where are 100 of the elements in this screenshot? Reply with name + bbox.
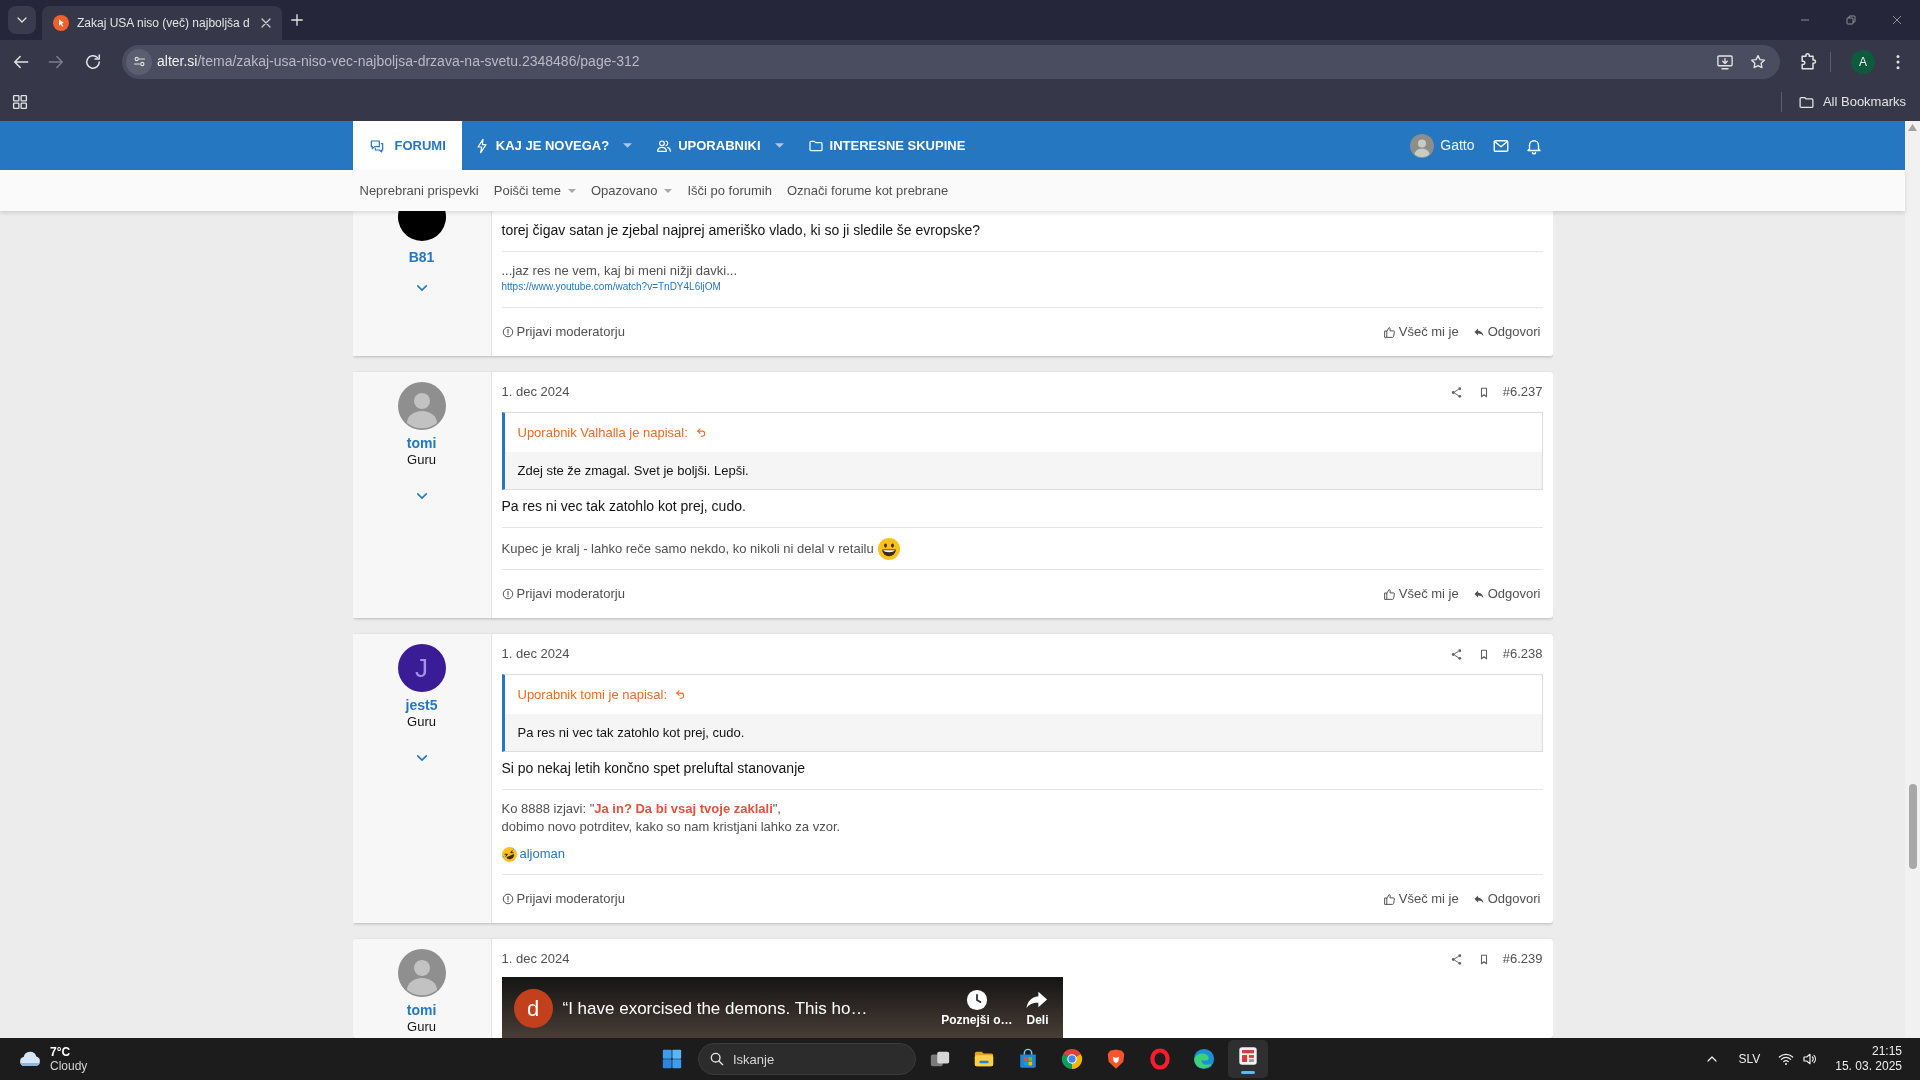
wave-circle-icon (1193, 1048, 1215, 1070)
report-link[interactable]: Prijavi moderatorju (501, 584, 625, 604)
username-link[interactable]: tomi (406, 434, 437, 452)
favicon-icon (53, 15, 69, 31)
reaction-user-link[interactable]: aljoman (519, 844, 566, 864)
clock-icon (965, 989, 988, 1011)
search-icon (709, 1051, 725, 1067)
video-title-link[interactable]: “I have exorcised the demons. This ho… (562, 998, 868, 1020)
subnav-link[interactable]: Označi forume kot prebrane (787, 180, 949, 201)
user-menu-link[interactable]: Gatto (1410, 133, 1475, 158)
username-link[interactable]: jest5 (405, 696, 438, 714)
thumbs-up-icon (1382, 587, 1396, 601)
reply-arrow-icon (1472, 588, 1485, 600)
nav-tab[interactable]: KAJ JE NOVEGA? (461, 121, 645, 170)
grid-window-icon (1237, 1044, 1259, 1067)
like-link[interactable]: Všeč mi je (1382, 889, 1459, 909)
return-arrow-icon[interactable] (695, 427, 707, 438)
subnav-link[interactable]: Poišči teme (493, 180, 576, 201)
post-date-link[interactable]: 1. dec 2024 (501, 949, 570, 969)
reply-link[interactable]: Odgovori (1472, 889, 1541, 909)
chat-bubbles-icon (368, 137, 385, 154)
subnav-link[interactable]: Neprebrani prispevki (359, 180, 479, 201)
like-link[interactable]: Všeč mi je (1382, 322, 1459, 342)
browser-tab[interactable]: Zakaj USA niso (več) najboljša d (42, 6, 282, 40)
signature-link[interactable]: https://www.youtube.com/watch?v=TnDY4L6ljOM (501, 280, 721, 294)
user-title: Guru (407, 452, 436, 468)
avatar-image[interactable] (397, 211, 446, 241)
all-bookmarks-button[interactable]: All Bookmarks (1789, 88, 1914, 116)
restore-icon[interactable] (1845, 14, 1857, 26)
reload-icon[interactable] (83, 51, 103, 72)
username-link[interactable]: B81 (408, 248, 435, 266)
avatar-placeholder[interactable] (1410, 133, 1435, 158)
address-bar[interactable]: alter.si/tema/zakaj-usa-niso-vec-najboljsa-drzava-na-svetu.2348486/page-312 (122, 44, 1780, 79)
avatar-placeholder[interactable] (397, 949, 446, 997)
post-date-link[interactable]: 1. dec 2024 (501, 644, 570, 664)
share-icon[interactable] (1449, 647, 1463, 661)
clock-date[interactable]: 15. 03. 2025 (1835, 1059, 1902, 1074)
video-action-button[interactable]: Poznejši o… (941, 989, 1013, 1028)
monitor-download-icon[interactable] (1716, 52, 1734, 71)
user-title: Guru (407, 714, 436, 730)
like-link[interactable]: Všeč mi je (1382, 584, 1459, 604)
video-action-button[interactable]: Deli (1026, 989, 1049, 1028)
close-icon[interactable] (1891, 14, 1903, 26)
scrollbar-thumb[interactable] (1908, 784, 1917, 869)
avatar-placeholder[interactable] (397, 382, 446, 430)
plus-icon[interactable] (288, 11, 306, 29)
quote-text: Zdej ste že zmagal. Svet je boljši. Lepši. (504, 452, 1542, 489)
username-link[interactable]: tomi (406, 1001, 437, 1019)
puzzle-piece-icon[interactable] (1798, 51, 1818, 72)
url-text[interactable]: alter.si/tema/zakaj-usa-niso-vec-najboljsa-drzava-na-svetu.2348486/page-312 (157, 51, 640, 72)
reply-link[interactable]: Odgovori (1472, 322, 1541, 342)
sliders-icon (131, 54, 147, 69)
post-number-link[interactable]: #6.237 (1502, 382, 1543, 402)
signature-text: ...jaz res ne vem, kaj bi meni nižji davki... (501, 262, 738, 280)
chevron-down-icon[interactable] (415, 492, 428, 500)
subnav-link[interactable]: Opazovano (590, 180, 673, 201)
weather-condition[interactable]: Cloudy (50, 1059, 88, 1073)
users-icon (656, 137, 673, 154)
signature-text: dobimo novo potrditev, kako so nam kristjani lahko za vzor. (501, 818, 841, 836)
tab-search-button[interactable] (8, 6, 36, 34)
clock-time[interactable]: 21:15 (1871, 1044, 1902, 1059)
alert-circle-icon (501, 588, 514, 600)
nav-tab[interactable]: INTERESNE SKUPINE (795, 121, 978, 170)
return-arrow-icon[interactable] (675, 689, 687, 700)
post-number-link[interactable]: #6.238 (1502, 644, 1543, 664)
alert-circle-icon (501, 893, 514, 905)
alert-circle-icon (501, 326, 514, 338)
post-number-link[interactable]: #6.239 (1502, 949, 1543, 969)
user-title: Guru (407, 1019, 436, 1035)
star-icon[interactable] (1749, 52, 1767, 71)
language-indicator[interactable]: SLV (1738, 1050, 1761, 1068)
report-link[interactable]: Prijavi moderatorju (501, 322, 625, 342)
wifi-icon[interactable] (1778, 1051, 1795, 1067)
report-link[interactable]: Prijavi moderatorju (501, 889, 625, 909)
chevron-down-icon[interactable] (415, 754, 428, 762)
reply-link[interactable]: Odgovori (1472, 584, 1541, 604)
reply-arrow-icon (1472, 893, 1485, 905)
nav-tab[interactable]: UPORABNIKI (644, 121, 796, 170)
apps-grid-icon[interactable] (11, 93, 29, 111)
chevron-down-icon[interactable] (415, 284, 428, 292)
video-embed[interactable]: d “I have exorcised the demons. This ho… Poznejši o… Deli (501, 977, 1063, 1038)
speaker-icon[interactable] (1802, 1051, 1819, 1067)
taskbar-app-button[interactable] (1228, 1040, 1268, 1078)
thumbs-up-icon (1382, 892, 1396, 906)
post-text: Pa res ni vec tak zatohlo kot prej, cudo. (501, 497, 747, 516)
share-icon[interactable] (1449, 385, 1463, 399)
post-date-link[interactable]: 1. dec 2024 (501, 382, 570, 402)
share-icon[interactable] (1449, 952, 1463, 966)
taskbar-search-field[interactable]: Iskanje (698, 1043, 916, 1075)
profile-button[interactable]: A (1851, 49, 1875, 74)
weather-temperature[interactable]: 7°C (50, 1045, 88, 1059)
letter-avatar[interactable]: J (397, 644, 446, 692)
grinning-emoji-icon (877, 538, 900, 560)
subnav-link[interactable]: Išči po forumih (687, 180, 772, 201)
start-menu-icon[interactable] (661, 1048, 683, 1070)
nav-tab[interactable]: FORUMI (352, 121, 462, 170)
tricolor-circle-icon (1061, 1048, 1083, 1070)
site-info-button[interactable] (126, 48, 152, 75)
shopping-bag-icon (1017, 1048, 1039, 1070)
channel-avatar[interactable]: d (513, 989, 553, 1028)
